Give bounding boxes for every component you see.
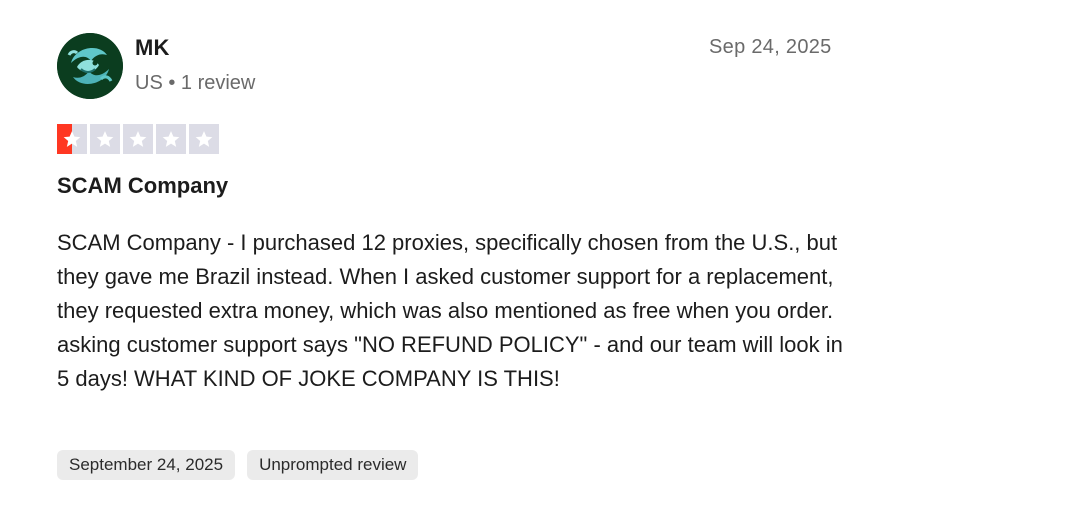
reviewer-name[interactable]: MK xyxy=(135,35,170,61)
fish-avatar-icon xyxy=(57,33,123,99)
review-date: Sep 24, 2025 xyxy=(709,36,832,58)
star-icon xyxy=(96,131,114,147)
star-1 xyxy=(57,124,87,154)
star-2 xyxy=(90,124,120,154)
review-tags: September 24, 2025 Unprompted review xyxy=(57,450,419,480)
star-4 xyxy=(156,124,186,154)
star-icon xyxy=(129,131,147,147)
star-5 xyxy=(189,124,219,154)
star-icon xyxy=(162,131,180,147)
avatar[interactable] xyxy=(57,33,123,99)
review-title[interactable]: SCAM Company xyxy=(57,173,228,199)
star-icon xyxy=(195,131,213,147)
review-body: SCAM Company - I purchased 12 proxies, s… xyxy=(57,230,843,391)
tag-experience-date: September 24, 2025 xyxy=(57,450,236,480)
tag-unprompted-review[interactable]: Unprompted review xyxy=(247,450,419,480)
star-icon xyxy=(63,131,81,147)
star-rating xyxy=(57,124,219,154)
star-3 xyxy=(123,124,153,154)
review-card: MK US • 1 review Sep 24, 2025 SCAM Compa… xyxy=(0,0,1070,506)
reviewer-meta: US • 1 review xyxy=(135,72,256,94)
